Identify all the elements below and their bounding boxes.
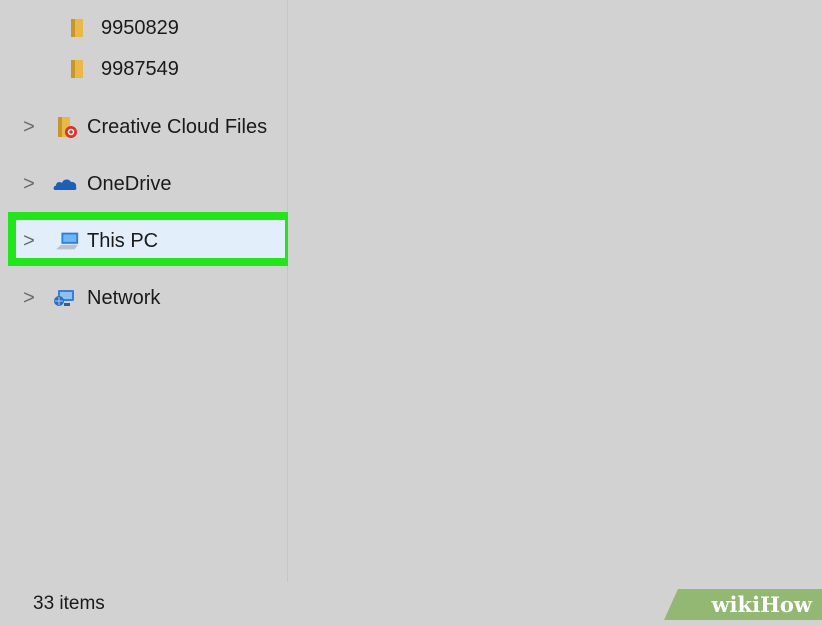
nav-item-9950829[interactable]: 9950829 bbox=[0, 8, 287, 48]
nav-item-network[interactable]: > Network bbox=[0, 278, 287, 318]
nav-item-label: Creative Cloud Files bbox=[87, 116, 268, 138]
nav-item-label: This PC bbox=[87, 230, 159, 252]
nav-item-label: 9950829 bbox=[101, 17, 179, 39]
nav-item-label: OneDrive bbox=[87, 173, 172, 195]
wikihow-watermark: wikiHow bbox=[664, 589, 822, 620]
nav-item-creative-cloud-files[interactable]: > Creative Cloud Files bbox=[0, 107, 287, 147]
folder-icon bbox=[64, 58, 90, 80]
nav-item-label: 9987549 bbox=[101, 58, 179, 80]
expand-chevron-icon[interactable]: > bbox=[22, 164, 36, 204]
nav-item-this-pc[interactable]: > This PC bbox=[0, 221, 287, 261]
expand-chevron-icon[interactable]: > bbox=[22, 107, 36, 147]
file-list-pane[interactable] bbox=[288, 0, 822, 582]
creative-cloud-folder-icon bbox=[54, 116, 80, 138]
nav-item-onedrive[interactable]: > OneDrive bbox=[0, 164, 287, 204]
nav-item-label: Network bbox=[87, 287, 161, 309]
navigation-pane: 9950829 9987549 > Creative Cloud Files >… bbox=[0, 0, 288, 582]
network-icon bbox=[52, 287, 78, 309]
expand-chevron-icon[interactable]: > bbox=[22, 221, 36, 261]
watermark-text: wikiHow bbox=[711, 592, 812, 617]
nav-item-9987549[interactable]: 9987549 bbox=[0, 49, 287, 89]
folder-icon bbox=[64, 17, 90, 39]
computer-icon bbox=[54, 230, 80, 252]
onedrive-cloud-icon bbox=[52, 173, 78, 195]
item-count: 33 items bbox=[33, 593, 105, 614]
expand-chevron-icon[interactable]: > bbox=[22, 278, 36, 318]
